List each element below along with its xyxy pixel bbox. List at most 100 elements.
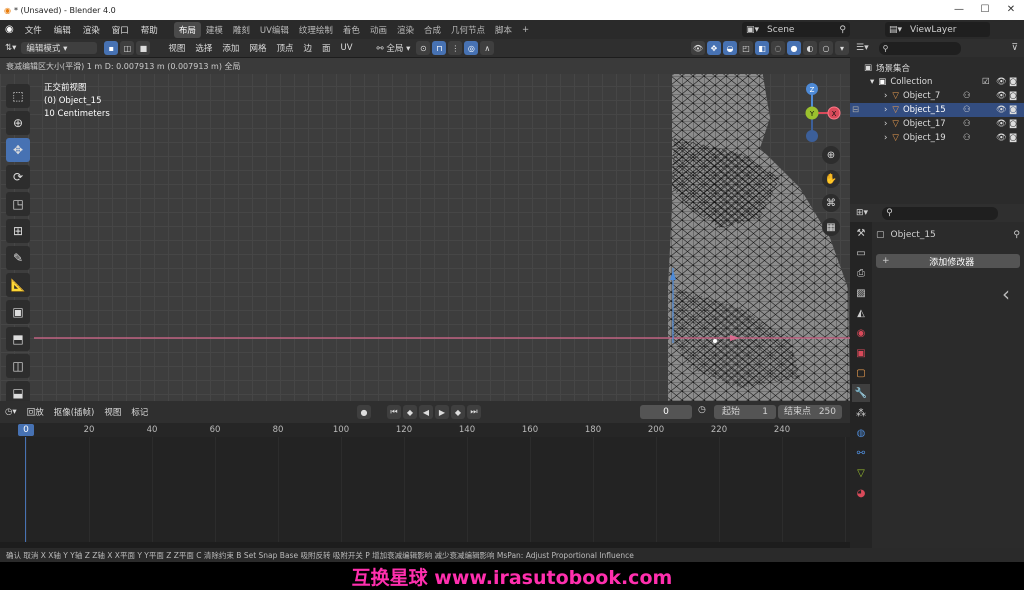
menu-view[interactable]: 视图	[163, 42, 190, 54]
blender-menu-icon[interactable]: ◉	[0, 24, 19, 35]
minimize-button[interactable]: —	[946, 0, 972, 20]
tab-uv-editing[interactable]: UV编辑	[255, 22, 294, 38]
object-tab-icon[interactable]: ▢	[852, 364, 870, 382]
constraints-tab-icon[interactable]: ⚯	[852, 444, 870, 462]
menu-mesh[interactable]: 网格	[244, 42, 271, 54]
measure-tool-icon[interactable]: 📐	[6, 273, 30, 297]
close-button[interactable]: ✕	[998, 0, 1024, 20]
outliner-object-row-selected[interactable]: ⊟ › ▽ Object_15 ⚇ 👁 ◙	[850, 103, 1024, 117]
outliner-editor-icon[interactable]: ☰▾	[856, 43, 869, 53]
add-modifier-button[interactable]: + 添加修改器	[876, 254, 1020, 268]
menu-render[interactable]: 渲染	[77, 24, 106, 36]
face-select-icon[interactable]: ■	[136, 41, 151, 55]
particles-tab-icon[interactable]: ⁂	[852, 404, 870, 422]
material-shading-icon[interactable]: ◐	[803, 41, 817, 55]
outliner-collection[interactable]: ▾ ▣ Collection ☑ 👁 ◙	[850, 75, 1024, 89]
visibility-eye-icon[interactable]: 👁	[996, 105, 1007, 115]
physics-tab-icon[interactable]: ◍	[852, 424, 870, 442]
transform-orientation-dropdown[interactable]: ⚯ 全局 ▾	[372, 42, 416, 54]
viewlayer-selector[interactable]: ▤▾ ViewLayer	[885, 22, 990, 37]
visibility-eye-icon[interactable]: 👁	[996, 77, 1007, 87]
render-tab-icon[interactable]: ▭	[852, 244, 870, 262]
tab-geometry-nodes[interactable]: 几何节点	[446, 22, 490, 38]
rotate-tool-icon[interactable]: ⟳	[6, 165, 30, 189]
add-workspace-button[interactable]: +	[517, 23, 534, 37]
timeline-track-area[interactable]	[0, 437, 850, 542]
tab-scripting[interactable]: 脚本	[490, 22, 517, 38]
snap-target-icon[interactable]: ⋮	[448, 41, 463, 55]
output-tab-icon[interactable]: ⎙	[852, 264, 870, 282]
timeline-menu-playback[interactable]: 回放	[22, 406, 49, 418]
menu-edge[interactable]: 边	[298, 42, 317, 54]
menu-face[interactable]: 面	[317, 42, 336, 54]
tab-compositing[interactable]: 合成	[419, 22, 446, 38]
solid-shading-icon[interactable]: ●	[787, 41, 801, 55]
visibility-icon[interactable]: 👁	[691, 41, 705, 55]
snap-icon[interactable]: ⊓	[432, 41, 447, 55]
rendered-shading-icon[interactable]: ○	[819, 41, 833, 55]
tool-tab-icon[interactable]: ⚒	[852, 224, 870, 242]
tab-rendering[interactable]: 渲染	[392, 22, 419, 38]
collapse-sidebar-icon[interactable]: ‹	[1002, 282, 1010, 306]
prev-keyframe-icon[interactable]: ◆	[403, 405, 417, 419]
current-frame-field[interactable]: 0	[640, 405, 692, 419]
extrude-tool-icon[interactable]: ⬒	[6, 327, 30, 351]
material-tab-icon[interactable]: ◕	[852, 484, 870, 502]
next-keyframe-icon[interactable]: ◆	[451, 405, 465, 419]
render-camera-icon[interactable]: ◙	[1009, 77, 1017, 87]
gizmo-toggle-icon[interactable]: ✥	[707, 41, 721, 55]
pin-icon[interactable]: ⚲	[1013, 230, 1020, 240]
scene-tab-icon[interactable]: ◭	[852, 304, 870, 322]
camera-icon[interactable]: ⌘	[822, 194, 840, 212]
render-camera-icon[interactable]: ◙	[1009, 133, 1017, 143]
visibility-eye-icon[interactable]: 👁	[996, 91, 1007, 101]
render-camera-icon[interactable]: ◙	[1009, 91, 1017, 101]
tab-modeling[interactable]: 建模	[201, 22, 228, 38]
checkbox-icon[interactable]: ☑	[982, 77, 990, 87]
outliner-object-row[interactable]: › ▽ Object_7 ⚇ 👁 ◙	[850, 89, 1024, 103]
scale-tool-icon[interactable]: ◳	[6, 192, 30, 216]
timeline-menu-view[interactable]: 视图	[99, 406, 126, 418]
zoom-icon[interactable]: ⊕	[822, 146, 840, 164]
navigation-gizmo[interactable]: Z Y X	[796, 80, 846, 142]
mode-dropdown[interactable]: 编辑模式 ▾	[21, 42, 98, 54]
tab-shading[interactable]: 着色	[338, 22, 365, 38]
properties-search-input[interactable]: ⚲	[882, 206, 999, 220]
transform-tool-icon[interactable]: ⊞	[6, 219, 30, 243]
end-frame-field[interactable]: 结束点 250	[778, 405, 842, 419]
maximize-button[interactable]: ☐	[972, 0, 998, 20]
annotate-tool-icon[interactable]: ✎	[6, 246, 30, 270]
jump-start-icon[interactable]: ⏮	[387, 405, 401, 419]
falloff-icon[interactable]: ∧	[480, 41, 495, 55]
shading-options-icon[interactable]: ▾	[835, 41, 849, 55]
record-icon[interactable]: ●	[357, 405, 371, 419]
xray-toggle-icon[interactable]: ◧	[755, 41, 769, 55]
wireframe-shading-icon[interactable]: ◌	[771, 41, 785, 55]
jump-end-icon[interactable]: ⏭	[467, 405, 481, 419]
overlay-toggle-icon[interactable]: ◒	[723, 41, 737, 55]
properties-editor-icon[interactable]: ⊞▾	[856, 208, 868, 218]
select-cursor-icon[interactable]: ⬚	[6, 84, 30, 108]
menu-select[interactable]: 选择	[190, 42, 217, 54]
menu-edit[interactable]: 编辑	[48, 24, 77, 36]
filter-icon[interactable]: ⊽	[1011, 43, 1018, 53]
scene-selector[interactable]: ▣▾ Scene ⚲	[742, 22, 850, 37]
add-cube-tool-icon[interactable]: ▣	[6, 300, 30, 324]
data-tab-icon[interactable]: ▽	[852, 464, 870, 482]
inset-tool-icon[interactable]: ◫	[6, 354, 30, 378]
move-tool-icon[interactable]: ✥	[6, 138, 30, 162]
playhead-frame[interactable]: 0	[18, 424, 34, 436]
proportional-edit-icon[interactable]: ◎	[464, 41, 479, 55]
play-icon[interactable]: ▶	[435, 405, 449, 419]
outliner-object-row[interactable]: › ▽ Object_19 ⚇ 👁 ◙	[850, 131, 1024, 145]
pivot-icon[interactable]: ⊙	[416, 41, 431, 55]
modifier-tab-icon[interactable]: 🔧	[852, 384, 870, 402]
menu-window[interactable]: 窗口	[106, 24, 135, 36]
visibility-eye-icon[interactable]: 👁	[996, 133, 1007, 143]
render-camera-icon[interactable]: ◙	[1009, 119, 1017, 129]
menu-help[interactable]: 帮助	[135, 24, 164, 36]
outliner-object-row[interactable]: › ▽ Object_17 ⚇ 👁 ◙	[850, 117, 1024, 131]
menu-vertex[interactable]: 顶点	[271, 42, 298, 54]
tab-sculpting[interactable]: 雕刻	[228, 22, 255, 38]
menu-uv[interactable]: UV	[336, 43, 358, 53]
